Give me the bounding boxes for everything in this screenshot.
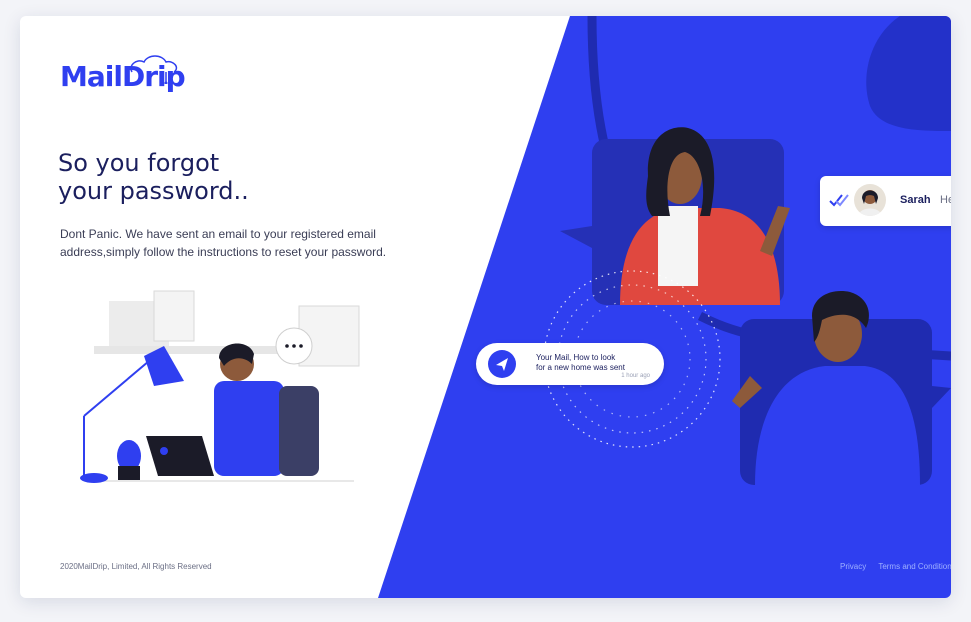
title-line-2: your password.. [58,177,249,205]
notification-line-2: for a new home was sent [536,363,625,372]
notification-time: 1 hour ago [621,373,650,379]
instructions-text: Dont Panic. We have sent an email to you… [60,227,387,259]
privacy-link[interactable]: Privacy [840,562,866,571]
desk-illustration [80,290,360,483]
copyright-text: 2020MailDrip, Limited, All Rights Reserv… [60,562,212,571]
avatar [854,184,886,216]
contact-name: Sarah [900,194,931,206]
notification-line-1: Your Mail, How to look [536,353,616,362]
double-check-icon [829,194,849,207]
notification-text: Your Mail, How to look for a new home wa… [536,353,646,373]
left-panel: MailDrip So you forgot your password.. D… [20,16,540,598]
message-preview: He [940,194,951,206]
mail-sent-notification: Your Mail, How to look for a new home wa… [476,343,664,385]
cloud-drip-icon [130,55,178,84]
reset-card: MailDrip So you forgot your password.. D… [20,16,951,598]
chat-preview-card: Sarah He [820,176,951,226]
title-line-1: So you forgot [58,149,220,177]
paper-plane-icon [488,350,516,378]
page-title: So you forgot your password.. [58,149,249,205]
terms-link[interactable]: Terms and Condition [878,562,951,571]
footer-links: Privacy Terms and Condition [840,562,951,571]
